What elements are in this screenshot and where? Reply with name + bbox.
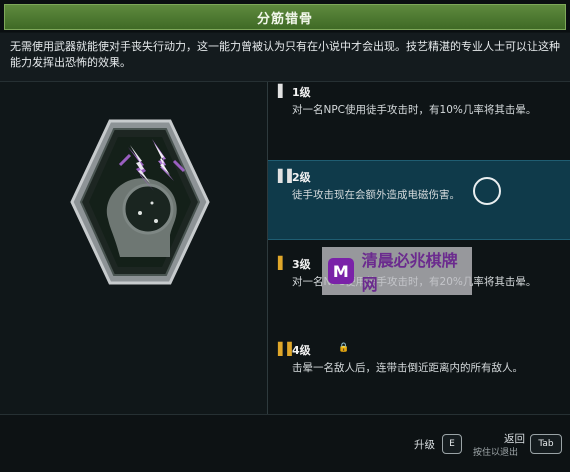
tier-marker: ▌ <box>278 256 288 270</box>
tier-level: 4级 <box>292 344 311 357</box>
tier-row-1[interactable]: ▌ 1级 对一名NPC使用徒手攻击时，有10%几率将其击晕。 <box>268 82 570 160</box>
badge-panel <box>0 82 268 414</box>
tier-level: 3级 <box>292 258 311 271</box>
tier-marker: ▌ <box>278 84 288 98</box>
title-bar: 分筋错骨 <box>0 0 570 32</box>
watermark: M 清晨必兆棋牌网 <box>322 247 472 295</box>
tier-text: 徒手攻击现在会额外造成电磁伤害。 <box>292 189 460 201</box>
perk-badge-icon <box>70 119 210 285</box>
back-label: 返回 <box>504 433 525 445</box>
footer-bar: 升级 E 返回 按住以退出 Tab <box>0 414 570 472</box>
lock-icon: 🔒 <box>338 343 350 353</box>
description-panel: 无需使用武器就能使对手丧失行动力，这一能力曾被认为只有在小说中才会出现。技艺精湛… <box>0 33 570 82</box>
back-hold-hint: 按住以退出 <box>473 448 519 458</box>
watermark-text: 清晨必兆棋牌网 <box>361 251 458 294</box>
cursor-ring-icon <box>473 177 501 205</box>
watermark-logo-icon: M <box>328 258 354 284</box>
upgrade-key-button[interactable]: E <box>442 434 462 454</box>
tier-level: 1级 <box>292 86 311 99</box>
upgrade-label: 升级 <box>414 439 435 451</box>
perk-description: 无需使用武器就能使对手丧失行动力，这一能力曾被认为只有在小说中才会出现。技艺精湛… <box>10 40 560 69</box>
tier-level: 2级 <box>292 171 311 184</box>
tier-text: 对一名NPC使用徒手攻击时，有10%几率将其击晕。 <box>292 104 537 116</box>
perk-title: 分筋错骨 <box>4 4 566 30</box>
back-tab-button[interactable]: Tab <box>530 434 562 454</box>
tier-row-2[interactable]: ▌▌ 2级 徒手攻击现在会额外造成电磁伤害。 <box>268 160 570 240</box>
tier-row-4[interactable]: ▌▌ 4级 🔒 击晕一名敌人后，连带击倒近距离内的所有敌人。 <box>268 338 570 408</box>
tier-text: 击晕一名敌人后，连带击倒近距离内的所有敌人。 <box>292 362 523 374</box>
